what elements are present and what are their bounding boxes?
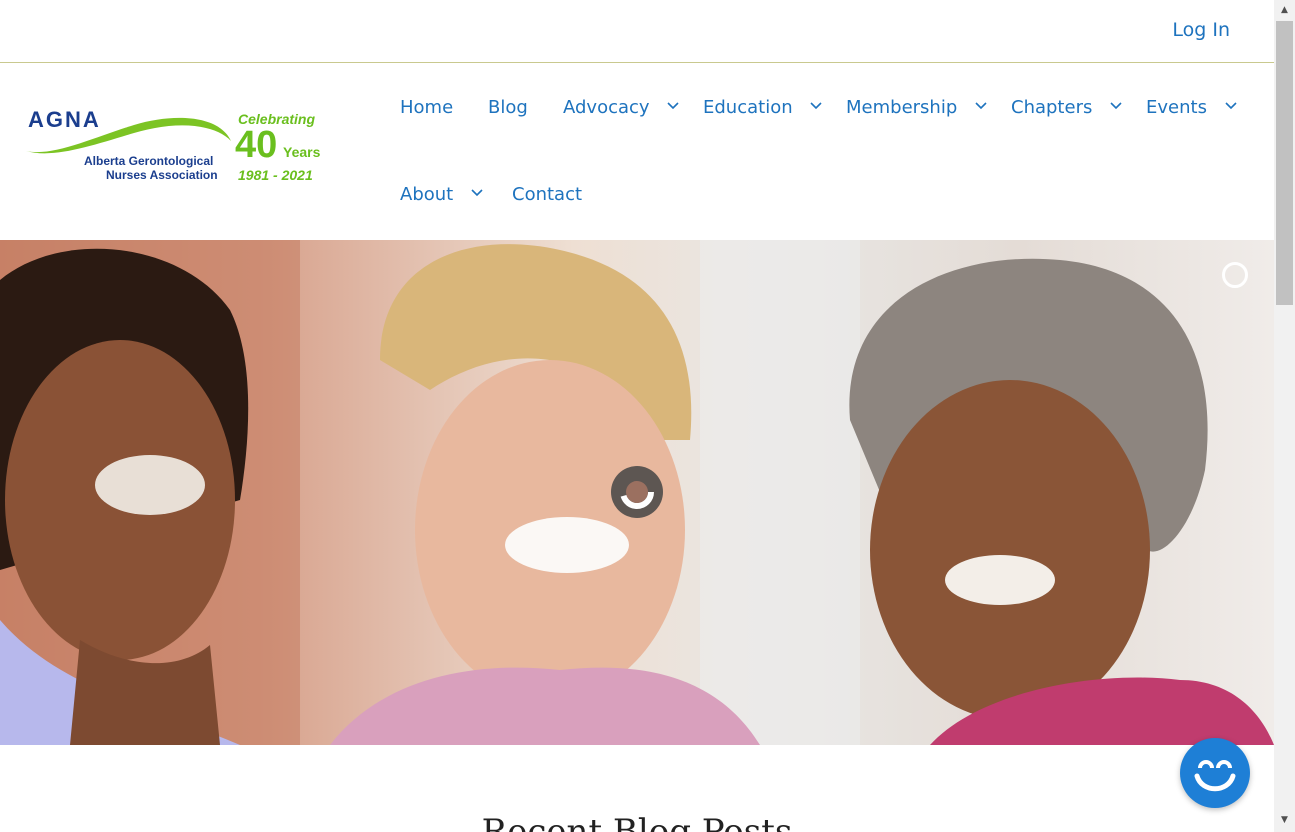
chevron-down-icon[interactable] xyxy=(1225,102,1237,110)
nav-events-label: Events xyxy=(1146,97,1207,118)
site-header: AGNA Alberta Gerontological Nurses Assoc… xyxy=(0,63,1274,239)
chevron-down-icon[interactable] xyxy=(471,189,483,197)
nav-education-label: Education xyxy=(703,97,793,118)
vertical-scrollbar[interactable]: ▲ ▼ xyxy=(1274,0,1295,832)
chat-button[interactable] xyxy=(1180,738,1250,808)
logo-anniversary-unit: Years xyxy=(283,144,321,160)
chevron-down-icon[interactable] xyxy=(975,102,987,110)
logo-name-line2: Nurses Association xyxy=(106,168,218,182)
nav-education[interactable]: Education xyxy=(703,97,822,118)
nav-chapters-label: Chapters xyxy=(1011,97,1093,118)
spinner-icon xyxy=(611,466,663,518)
nav-blog-label: Blog xyxy=(488,97,528,118)
nav-membership[interactable]: Membership xyxy=(846,97,987,118)
nav-about[interactable]: About xyxy=(400,184,483,205)
nav-home[interactable]: Home xyxy=(400,97,453,118)
nav-advocacy-label: Advocacy xyxy=(563,97,650,118)
nav-home-label: Home xyxy=(400,97,454,118)
nav-about-label: About xyxy=(400,184,454,205)
nav-membership-label: Membership xyxy=(846,97,958,118)
scroll-up-arrow-icon[interactable]: ▲ xyxy=(1274,2,1295,19)
logo-dates: 1981 - 2021 xyxy=(238,167,313,183)
nav-chapters[interactable]: Chapters xyxy=(1011,97,1122,118)
chevron-down-icon[interactable] xyxy=(667,102,679,110)
logo-anniversary-number: 40 xyxy=(235,124,278,166)
chevron-down-icon[interactable] xyxy=(810,102,822,110)
chevron-down-icon[interactable] xyxy=(1110,102,1122,110)
page: Log In AGNA Alberta Gerontological Nurse… xyxy=(0,0,1274,832)
nav-events[interactable]: Events xyxy=(1146,97,1237,118)
scroll-down-arrow-icon[interactable]: ▼ xyxy=(1274,812,1295,829)
nav-advocacy[interactable]: Advocacy xyxy=(563,97,679,118)
section-title: Recent Blog Posts xyxy=(481,812,793,832)
top-bar: Log In xyxy=(0,0,1274,63)
slider-indicator-ring-icon[interactable] xyxy=(1222,262,1248,288)
nav-blog[interactable]: Blog xyxy=(488,97,528,118)
logo-acronym: AGNA xyxy=(28,107,101,132)
logo-name-line1: Alberta Gerontological xyxy=(84,154,214,168)
nav-contact-label: Contact xyxy=(512,184,583,205)
smiley-chat-icon xyxy=(1194,760,1236,792)
site-logo[interactable]: AGNA Alberta Gerontological Nurses Assoc… xyxy=(24,107,334,187)
scrollbar-thumb[interactable] xyxy=(1276,21,1293,305)
nav-contact[interactable]: Contact xyxy=(512,184,582,205)
login-link[interactable]: Log In xyxy=(1172,19,1230,41)
